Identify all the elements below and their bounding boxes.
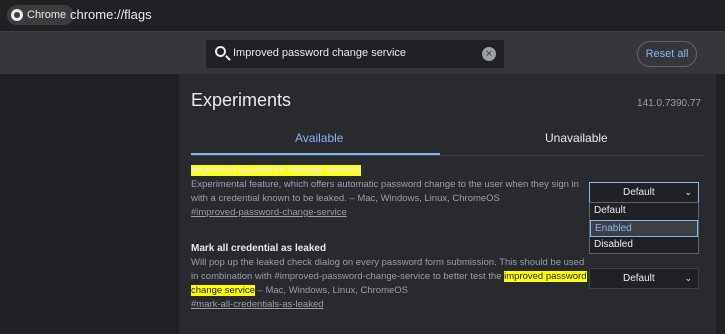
experiment-description: Experimental feature, which offers autom… (191, 179, 579, 204)
experiment-item: Improved password change service Experim… (191, 164, 591, 220)
option-disabled[interactable]: Disabled (590, 237, 698, 254)
search-input[interactable]: Improved password change service (233, 47, 406, 59)
experiment-item: Mark all credential as leaked Will pop u… (191, 242, 591, 312)
site-chip-label: Chrome (27, 9, 67, 21)
search-box[interactable]: Improved password change service × (206, 40, 504, 68)
reset-all-button[interactable]: Reset all (637, 41, 697, 67)
option-default[interactable]: Default (590, 203, 698, 220)
chevron-down-icon: ⌄ (684, 187, 692, 197)
experiment-anchor-link[interactable]: #improved-password-change-service (191, 206, 591, 220)
search-icon (215, 46, 226, 57)
main-content: Experiments 141.0.7390.77 Available Unav… (0, 74, 725, 334)
flags-header: Improved password change service × Reset… (0, 31, 725, 74)
experiment-name: Mark all credential as leaked (191, 243, 327, 254)
state-dropdown-list: Default Enabled Disabled (589, 202, 699, 254)
experiment-name: Improved password change service (191, 165, 361, 176)
experiments-panel: Experiments 141.0.7390.77 Available Unav… (179, 74, 716, 334)
clear-search-icon[interactable]: × (482, 47, 496, 61)
description-platforms: – Mac, Windows, Linux, ChromeOS (254, 285, 409, 296)
address-bar: Chrome chrome://flags (0, 0, 725, 31)
chrome-logo-icon (11, 9, 23, 21)
option-enabled[interactable]: Enabled (590, 220, 698, 237)
experiment-state-select[interactable]: Default ⌄ (589, 268, 699, 289)
experiment-state-select[interactable]: Default ⌄ (589, 182, 699, 203)
experiment-anchor-link[interactable]: #mark-all-credentials-as-leaked (191, 298, 591, 312)
chevron-down-icon: ⌄ (684, 273, 692, 283)
page-title: Experiments (191, 90, 292, 110)
experiment-description: Will pop up the leaked check dialog on e… (191, 256, 591, 298)
site-chip[interactable]: Chrome (7, 5, 75, 25)
tab-divider (191, 155, 704, 156)
tab-unavailable[interactable]: Unavailable (545, 131, 608, 145)
tab-available[interactable]: Available (295, 131, 343, 145)
select-value: Default (623, 273, 655, 284)
url-text[interactable]: chrome://flags (70, 7, 152, 22)
select-value: Default (623, 187, 655, 198)
version-label: 141.0.7390.77 (637, 98, 701, 109)
